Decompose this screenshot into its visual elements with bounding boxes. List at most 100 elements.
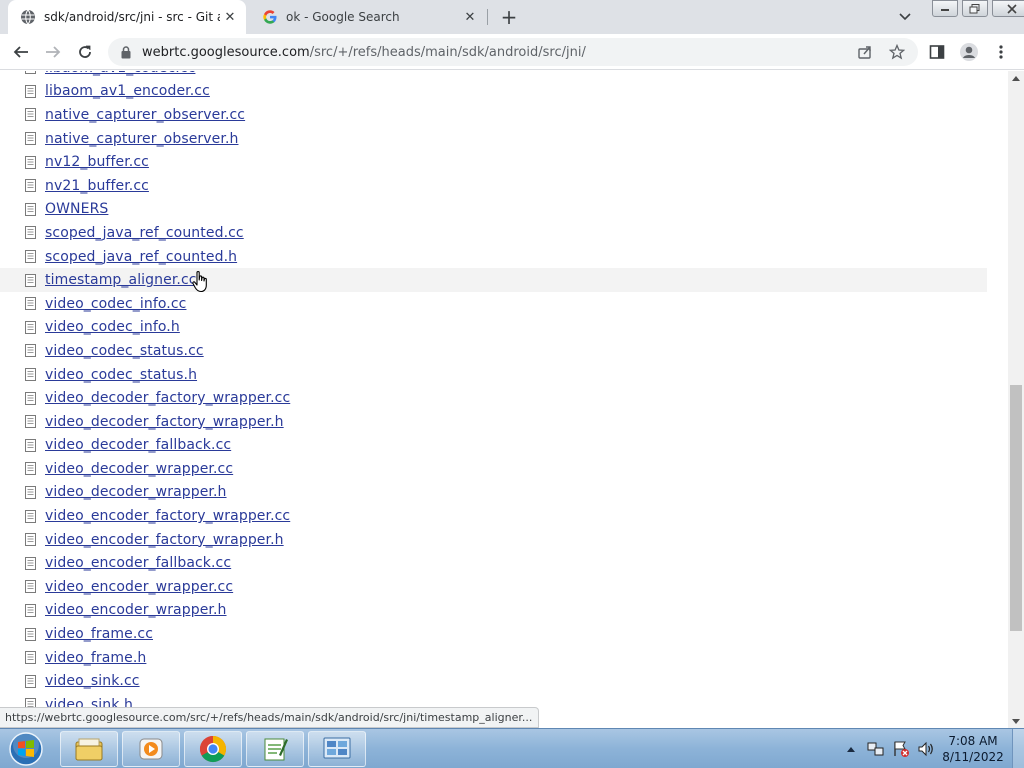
file-icon xyxy=(24,108,36,122)
file-list-item: video_decoder_fallback.cc xyxy=(0,434,987,458)
taskbar-clock[interactable]: 7:08 AM 8/11/2022 xyxy=(938,733,1008,765)
tab-search-chevron-icon[interactable] xyxy=(894,8,916,26)
file-icon xyxy=(24,509,36,523)
globe-icon xyxy=(20,9,36,25)
new-tab-button[interactable]: + xyxy=(498,5,520,29)
file-list-item: video_codec_status.cc xyxy=(0,339,987,363)
file-icon xyxy=(24,674,36,688)
file-link[interactable]: timestamp_aligner.cc xyxy=(45,272,197,288)
file-list-item: video_decoder_factory_wrapper.h xyxy=(0,410,987,434)
file-link[interactable]: video_codec_status.cc xyxy=(45,343,204,359)
file-icon xyxy=(24,344,36,358)
file-link[interactable]: native_capturer_observer.h xyxy=(45,131,238,147)
file-list-item: video_codec_status.h xyxy=(0,363,987,387)
file-link[interactable]: video_encoder_wrapper.h xyxy=(45,602,227,618)
file-link[interactable]: video_decoder_wrapper.h xyxy=(45,484,227,500)
file-list-item: video_decoder_wrapper.cc xyxy=(0,457,987,481)
tab-inactive[interactable]: ok - Google Search ✕ xyxy=(250,0,486,34)
window-controls xyxy=(928,0,1024,18)
show-desktop-button[interactable] xyxy=(1012,729,1024,768)
vertical-scrollbar[interactable] xyxy=(1008,71,1024,728)
file-link[interactable]: video_frame.h xyxy=(45,650,146,666)
scroll-thumb[interactable] xyxy=(1010,385,1022,631)
side-panel-icon[interactable] xyxy=(924,39,950,65)
network-icon[interactable] xyxy=(865,738,887,760)
address-bar[interactable]: webrtc.googlesource.com/src/+/refs/heads… xyxy=(108,38,918,66)
file-icon xyxy=(24,179,36,193)
file-link[interactable]: video_decoder_factory_wrapper.h xyxy=(45,414,284,430)
file-list-item: video_encoder_factory_wrapper.cc xyxy=(0,504,987,528)
forward-arrow-icon[interactable] xyxy=(40,39,66,65)
file-icon xyxy=(24,438,36,452)
close-tab-icon[interactable]: ✕ xyxy=(460,7,480,27)
file-list-item: native_capturer_observer.cc xyxy=(0,103,987,127)
kebab-menu-icon[interactable] xyxy=(988,39,1014,65)
scroll-up-arrow-icon[interactable] xyxy=(1008,71,1024,85)
file-icon xyxy=(24,415,36,429)
file-list-item: libaom_av1_codec.cc xyxy=(0,71,987,80)
file-icon xyxy=(24,273,36,287)
file-list-item: video_encoder_wrapper.cc xyxy=(0,575,987,599)
clock-date: 8/11/2022 xyxy=(942,750,1004,764)
file-link[interactable]: video_decoder_wrapper.cc xyxy=(45,461,233,477)
file-link[interactable]: video_decoder_factory_wrapper.cc xyxy=(45,390,290,406)
file-link[interactable]: OWNERS xyxy=(45,201,108,217)
file-link[interactable]: video_encoder_wrapper.cc xyxy=(45,579,233,595)
start-button[interactable] xyxy=(4,730,48,768)
file-link[interactable]: video_encoder_fallback.cc xyxy=(45,555,231,571)
profile-avatar-icon[interactable] xyxy=(956,39,982,65)
file-link[interactable]: nv12_buffer.cc xyxy=(45,154,149,170)
chrome-icon[interactable] xyxy=(184,731,242,767)
file-list: libaom_av1_codec.cc libaom_av1_encoder.cc… xyxy=(0,71,1008,717)
file-icon xyxy=(24,155,36,169)
notepad-icon[interactable] xyxy=(246,731,304,767)
reload-icon[interactable] xyxy=(72,39,98,65)
system-tray xyxy=(840,729,940,768)
file-link[interactable]: nv21_buffer.cc xyxy=(45,178,149,194)
restore-icon[interactable] xyxy=(962,0,988,17)
file-link[interactable]: native_capturer_observer.cc xyxy=(45,107,245,123)
bookmark-star-icon[interactable] xyxy=(888,43,906,61)
file-link[interactable]: video_encoder_factory_wrapper.cc xyxy=(45,508,290,524)
file-link[interactable]: scoped_java_ref_counted.h xyxy=(45,249,237,265)
media-player-icon[interactable] xyxy=(122,731,180,767)
close-tab-icon[interactable]: ✕ xyxy=(220,7,240,27)
file-icon xyxy=(24,71,36,75)
share-icon[interactable] xyxy=(856,43,874,61)
file-link[interactable]: video_sink.cc xyxy=(45,673,140,689)
url-domain: webrtc.googlesource.com xyxy=(142,44,310,60)
file-link[interactable]: video_codec_info.h xyxy=(45,319,180,335)
file-link[interactable]: scoped_java_ref_counted.cc xyxy=(45,225,244,241)
action-center-flag-icon[interactable] xyxy=(890,738,912,760)
scroll-down-arrow-icon[interactable] xyxy=(1008,714,1024,728)
show-hidden-icons-icon[interactable] xyxy=(840,738,862,760)
file-link[interactable]: libaom_av1_codec.cc xyxy=(45,71,195,76)
file-list-item: video_decoder_factory_wrapper.cc xyxy=(0,386,987,410)
lock-icon[interactable] xyxy=(118,44,134,60)
url-text: webrtc.googlesource.com/src/+/refs/heads… xyxy=(142,45,586,60)
close-window-icon[interactable] xyxy=(992,0,1024,17)
file-icon xyxy=(24,84,36,98)
file-icon xyxy=(24,391,36,405)
file-link[interactable]: video_decoder_fallback.cc xyxy=(45,437,231,453)
file-link[interactable]: video_frame.cc xyxy=(45,626,153,642)
tab-title: ok - Google Search xyxy=(286,10,400,24)
minimize-icon[interactable] xyxy=(932,0,958,17)
control-panel-icon[interactable] xyxy=(308,731,366,767)
tab-active[interactable]: sdk/android/src/jni - src - Git at Googl… xyxy=(8,0,246,34)
file-link[interactable]: video_codec_status.h xyxy=(45,367,197,383)
file-icon xyxy=(24,651,36,665)
windows-explorer-icon[interactable] xyxy=(60,731,118,767)
file-link[interactable]: video_encoder_factory_wrapper.h xyxy=(45,532,284,548)
file-link[interactable]: video_codec_info.cc xyxy=(45,296,186,312)
browser-toolbar: webrtc.googlesource.com/src/+/refs/heads… xyxy=(0,34,1024,70)
file-list-item: timestamp_aligner.cc xyxy=(0,268,987,292)
file-list-item: video_frame.h xyxy=(0,646,987,670)
file-icon xyxy=(24,368,36,382)
file-icon xyxy=(24,485,36,499)
file-link[interactable]: libaom_av1_encoder.cc xyxy=(45,83,210,99)
back-arrow-icon[interactable] xyxy=(8,39,34,65)
volume-icon[interactable] xyxy=(915,738,937,760)
file-icon xyxy=(24,533,36,547)
file-list-item: video_decoder_wrapper.h xyxy=(0,481,987,505)
